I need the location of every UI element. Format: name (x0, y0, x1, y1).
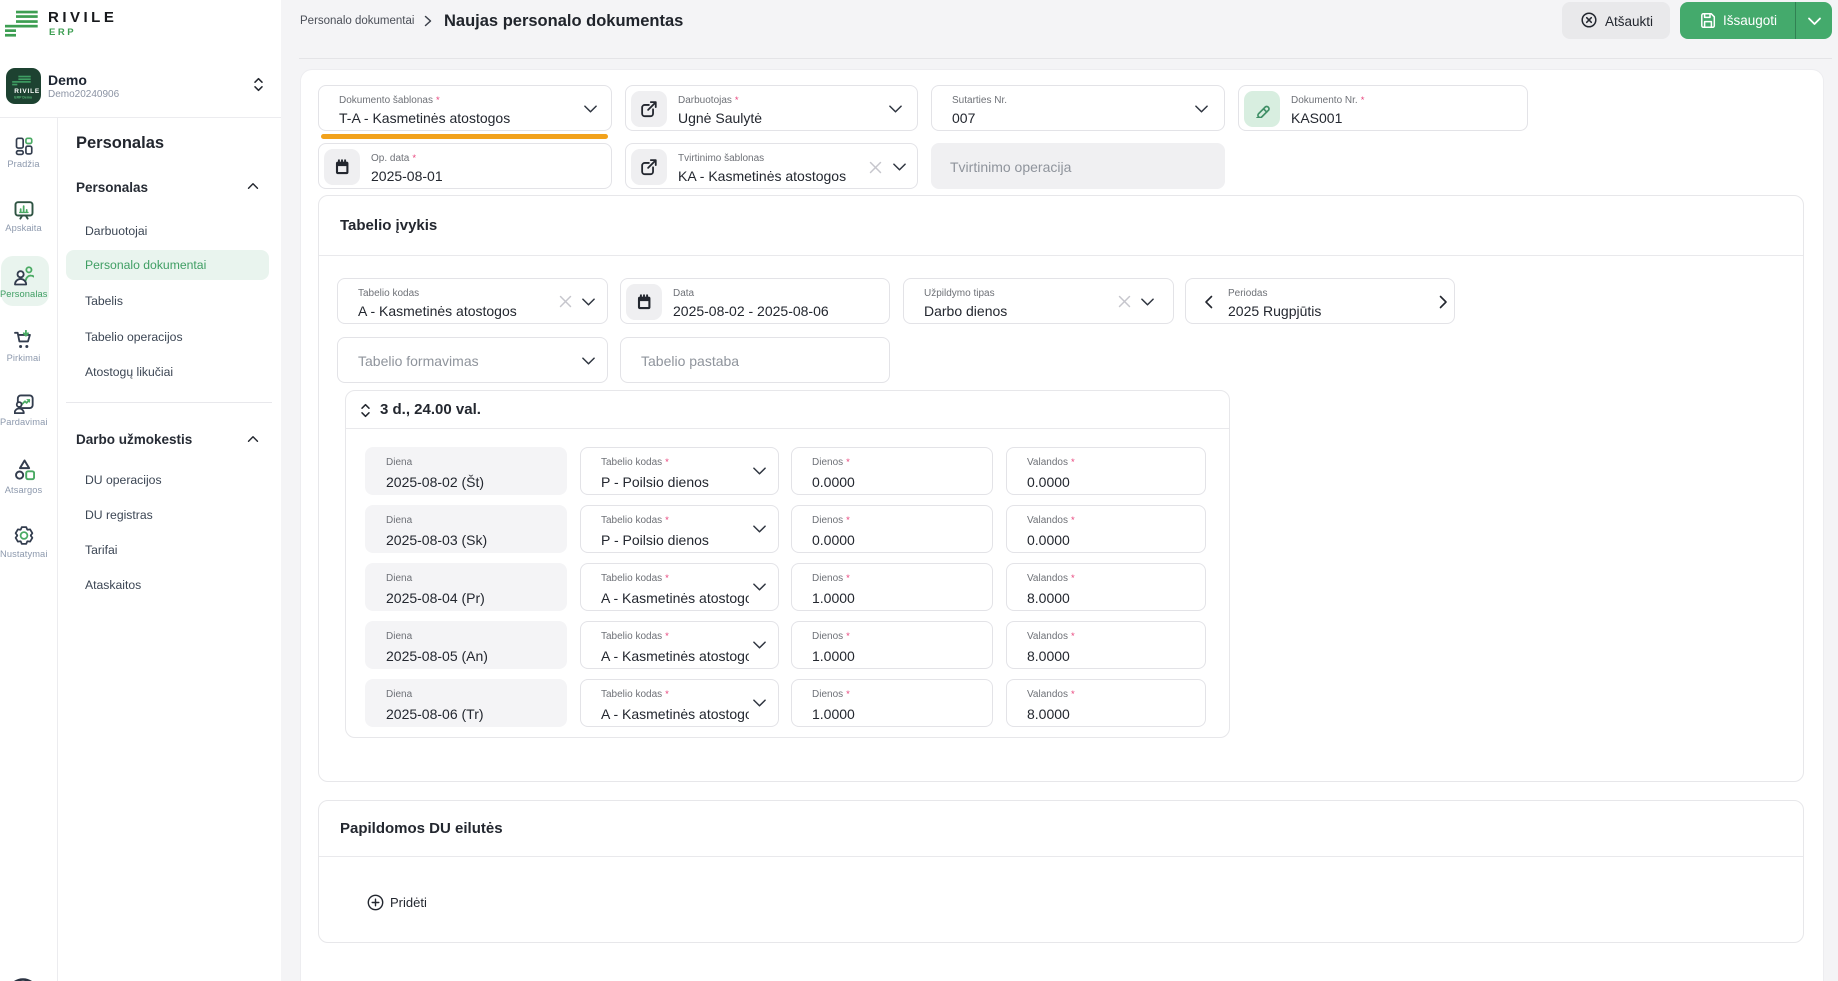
svg-text:RIVILE: RIVILE (14, 88, 40, 95)
svg-text:ERP Demo: ERP Demo (14, 95, 32, 99)
